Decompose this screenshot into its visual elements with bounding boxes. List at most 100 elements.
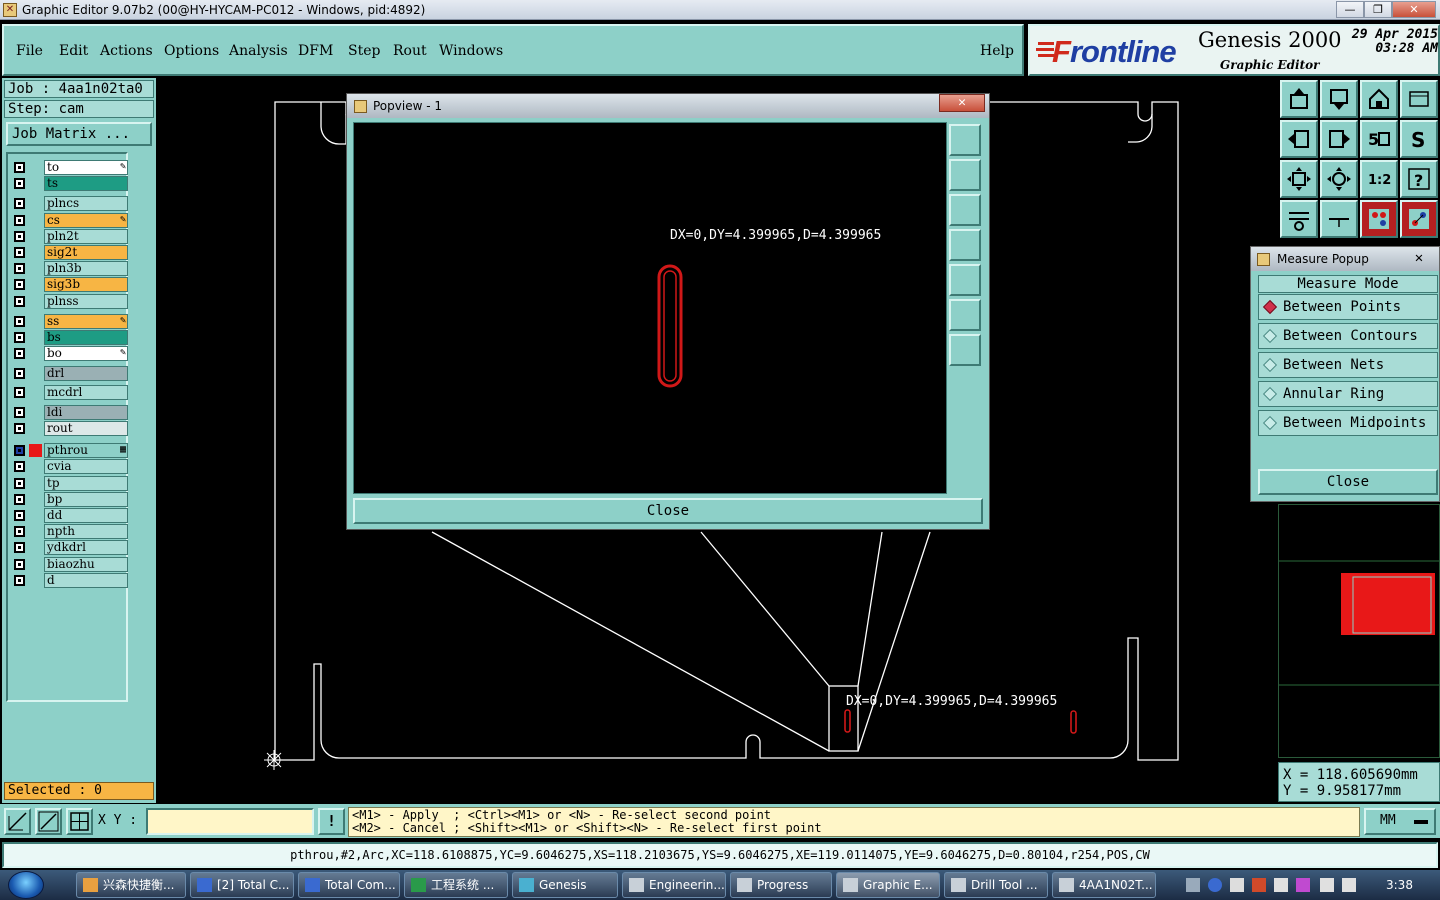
taskbar-item[interactable]: 工程系统 ... xyxy=(404,872,508,898)
tray-x-icon[interactable] xyxy=(1296,878,1310,892)
scale-one-to-two-icon[interactable]: 1:2 xyxy=(1360,160,1398,198)
redraw-icon[interactable]: S xyxy=(1400,120,1438,158)
restore-button[interactable]: ❐ xyxy=(1364,1,1392,18)
popview-center-icon[interactable] xyxy=(949,334,981,366)
taskbar-item[interactable]: Graphic E... xyxy=(836,872,940,898)
menu-windows[interactable]: Windows xyxy=(439,43,503,59)
menu-actions[interactable]: Actions xyxy=(100,43,153,59)
help-question-icon[interactable]: ? xyxy=(1400,160,1438,198)
layer-row-plncs[interactable]: plncs xyxy=(10,196,128,212)
minimize-button[interactable]: — xyxy=(1336,1,1364,18)
layer-checkbox[interactable] xyxy=(14,493,25,505)
menu-help[interactable]: Help xyxy=(980,43,1014,59)
layer-row-ss[interactable]: ss ✎ xyxy=(10,313,128,329)
layer-row-rout[interactable]: rout xyxy=(10,421,128,436)
layer-row-sig3b[interactable]: sig3b xyxy=(10,277,128,293)
taskbar-item[interactable]: Engineerin... xyxy=(622,872,726,898)
popview-pan-down-icon[interactable] xyxy=(949,194,981,226)
layer-checkbox[interactable] xyxy=(14,198,25,210)
help-icon[interactable] xyxy=(1208,878,1222,892)
taskbar-item[interactable]: 兴森快捷衡... xyxy=(76,872,186,898)
layer-checkbox[interactable] xyxy=(14,332,25,343)
popview-close-x[interactable]: ✕ xyxy=(939,94,985,112)
zoom-scale-icon[interactable]: 5 xyxy=(1360,120,1398,158)
pan-left-icon[interactable] xyxy=(1280,120,1318,158)
layer-row-pln3b[interactable]: pln3b xyxy=(10,261,128,277)
layer-row-tp[interactable]: tp xyxy=(10,475,128,491)
layer-row-to[interactable]: to ✎ xyxy=(10,160,128,175)
start-button[interactable] xyxy=(8,871,44,899)
popview-pan-right-icon[interactable] xyxy=(949,264,981,296)
layer-checkbox[interactable] xyxy=(14,368,25,380)
measure-close-button[interactable]: Close xyxy=(1258,469,1438,495)
layer-checkbox[interactable] xyxy=(14,574,25,586)
net-highlight-icon[interactable] xyxy=(1400,200,1438,238)
layer-row-d[interactable]: d xyxy=(10,572,128,588)
layer-row-cs[interactable]: cs ✎ xyxy=(10,212,128,228)
layer-checkbox[interactable] xyxy=(14,247,25,258)
layer-row-ldi[interactable]: ldi xyxy=(10,404,128,420)
xy-input[interactable] xyxy=(146,808,314,835)
flag-icon[interactable] xyxy=(1320,878,1334,892)
snap-line-icon[interactable] xyxy=(4,808,31,835)
menu-edit[interactable]: Edit xyxy=(59,43,88,59)
layer-row-biaozhu[interactable]: biaozhu xyxy=(10,556,128,572)
layer-row-cvia[interactable]: cvia xyxy=(10,459,128,475)
layer-row-drl[interactable]: drl xyxy=(10,366,128,382)
layer-checkbox[interactable] xyxy=(14,386,25,398)
mode-between-contours[interactable]: Between Contours xyxy=(1258,323,1438,349)
layer-checkbox[interactable] xyxy=(14,406,25,418)
taskbar-item[interactable]: Genesis xyxy=(512,872,618,898)
tools-icon[interactable] xyxy=(1280,200,1318,238)
layer-row-sig2t[interactable]: sig2t xyxy=(10,245,128,260)
layer-checkbox[interactable] xyxy=(14,526,25,538)
mode-annular-ring[interactable]: Annular Ring xyxy=(1258,381,1438,407)
layer-checkbox[interactable] xyxy=(14,279,25,291)
popview-close-button[interactable]: Close xyxy=(353,498,983,524)
popview-zoom-icon[interactable] xyxy=(949,124,981,156)
home-view-icon[interactable] xyxy=(1360,80,1398,118)
taskbar-item[interactable]: Total Com... xyxy=(298,872,400,898)
mode-between-points[interactable]: Between Points xyxy=(1258,294,1438,320)
zoom-fit-icon[interactable] xyxy=(1280,160,1318,198)
taskbar-item[interactable]: 4AA1N02T... xyxy=(1052,872,1156,898)
layer-checkbox[interactable] xyxy=(14,348,25,360)
layers-color-icon[interactable] xyxy=(1360,200,1398,238)
layer-checkbox[interactable] xyxy=(14,445,25,457)
taskbar-item[interactable]: Drill Tool ... xyxy=(944,872,1048,898)
menu-options[interactable]: Options xyxy=(164,43,219,59)
layer-row-mcdrl[interactable]: mcdrl xyxy=(10,384,128,400)
menu-analysis[interactable]: Analysis xyxy=(229,43,288,59)
window-close-button[interactable]: ✕ xyxy=(1392,1,1436,18)
taskbar-item[interactable]: [2] Total C... xyxy=(190,872,294,898)
layer-checkbox[interactable] xyxy=(14,423,25,434)
layer-row-pthrou[interactable]: pthrou ▦ xyxy=(10,443,128,459)
layer-checkbox[interactable] xyxy=(14,178,25,190)
snap-grid-icon[interactable] xyxy=(66,808,93,835)
layer-checkbox[interactable] xyxy=(14,510,25,521)
layer-checkbox[interactable] xyxy=(14,295,25,307)
mode-between-nets[interactable]: Between Nets xyxy=(1258,352,1438,378)
app-tray-icon[interactable] xyxy=(1252,878,1266,892)
layer-row-npth[interactable]: npth xyxy=(10,524,128,540)
layer-row-bo[interactable]: bo ✎ xyxy=(10,346,128,362)
units-selector[interactable]: MM xyxy=(1364,808,1436,835)
layer-checkbox[interactable] xyxy=(14,263,25,275)
layer-row-ydkdrl[interactable]: ydkdrl xyxy=(10,540,128,556)
layer-checkbox[interactable] xyxy=(14,230,25,242)
display-icon[interactable] xyxy=(1274,878,1288,892)
measure-close-x[interactable]: ✕ xyxy=(1403,249,1435,267)
volume-icon[interactable] xyxy=(1342,878,1356,892)
taskbar-item[interactable]: Progress xyxy=(730,872,832,898)
layer-row-pln2t[interactable]: pln2t xyxy=(10,228,128,244)
layer-row-bs[interactable]: bs xyxy=(10,330,128,345)
menu-step[interactable]: Step xyxy=(348,43,380,59)
job-matrix-button[interactable]: Job Matrix ... xyxy=(6,122,152,146)
zoom-center-icon[interactable] xyxy=(1320,160,1358,198)
pan-up-icon[interactable] xyxy=(1280,80,1318,118)
pan-down-icon[interactable] xyxy=(1320,80,1358,118)
window-view-icon[interactable] xyxy=(1400,80,1438,118)
layer-checkbox[interactable] xyxy=(14,162,25,173)
taskbar-clock[interactable]: 3:38 xyxy=(1386,870,1413,900)
layer-color-swatch[interactable] xyxy=(29,444,42,458)
